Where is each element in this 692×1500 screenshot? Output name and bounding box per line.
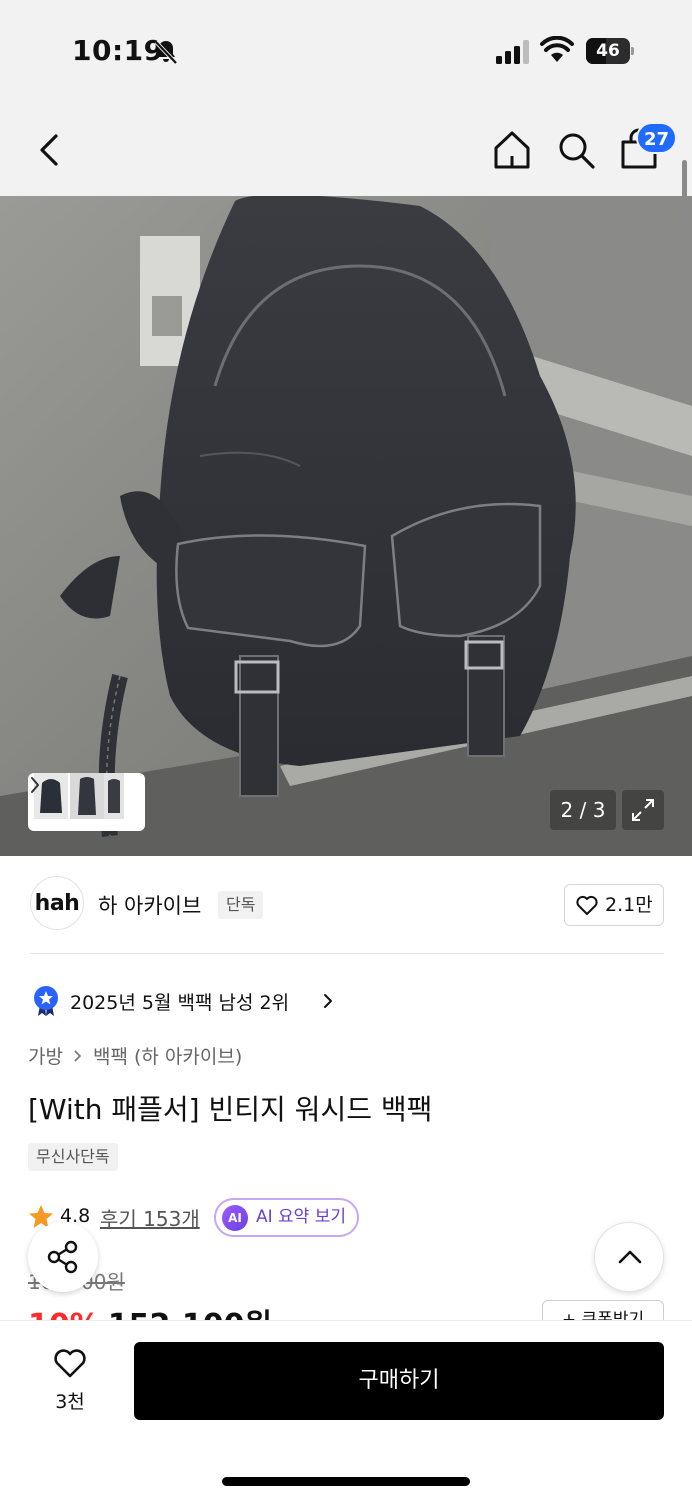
product-image[interactable]: 2 / 3	[0, 196, 692, 856]
expand-button[interactable]	[622, 790, 664, 830]
ai-summary-label: AI 요약 보기	[256, 1207, 347, 1227]
image-page-indicator: 2 / 3	[550, 790, 616, 830]
sale-price-row: 10% 152,100원	[28, 1300, 328, 1320]
expand-icon	[632, 799, 654, 821]
wifi-icon	[540, 36, 574, 62]
brand-name[interactable]: 하 아카이브	[98, 890, 201, 920]
back-icon[interactable]	[30, 128, 70, 172]
sale-price: 152,100원	[108, 1308, 272, 1320]
product-title: [With 패플서] 빈티지 워시드 백팩	[28, 1093, 433, 1126]
brand-like-count: 2.1만	[605, 894, 653, 916]
status-bar: 10:19 46	[0, 0, 692, 100]
status-time: 10:19	[72, 34, 164, 67]
wish-count: 3천	[55, 1391, 85, 1413]
search-icon[interactable]	[554, 128, 598, 172]
chevron-right-icon	[74, 1050, 82, 1062]
battery-icon: 46	[586, 38, 634, 64]
chevron-right-icon[interactable]	[28, 773, 42, 797]
ai-summary-button[interactable]: AI AI 요약 보기	[214, 1198, 359, 1237]
breadcrumb: 가방 백팩 (하 아카이브)	[28, 1042, 242, 1069]
battery-percent: 46	[596, 41, 620, 61]
ranking-badge-icon	[34, 986, 58, 1016]
breadcrumb-subcategory[interactable]: 백팩 (하 아카이브)	[93, 1046, 242, 1068]
bottom-action-bar: 3천 구매하기	[0, 1320, 692, 1500]
chevron-right-icon[interactable]	[322, 992, 334, 1010]
breadcrumb-category[interactable]: 가방	[28, 1046, 63, 1068]
thumbnail-3[interactable]	[104, 773, 124, 819]
bell-off-icon	[154, 40, 178, 65]
cart-count-badge: 27	[636, 122, 678, 154]
coupon-button[interactable]: + 쿠폰받기	[542, 1300, 664, 1320]
share-icon	[47, 1240, 78, 1274]
top-navigation	[0, 100, 692, 196]
divider	[30, 953, 664, 954]
scroll-to-top-button[interactable]	[594, 1222, 664, 1292]
discount-rate: 10%	[28, 1308, 100, 1320]
heart-icon[interactable]	[52, 1347, 88, 1379]
cellular-signal-icon	[496, 40, 529, 64]
share-button[interactable]	[28, 1222, 98, 1292]
ranking-text[interactable]: 2025년 5월 백팩 남성 2위	[70, 988, 289, 1015]
scrollbar[interactable]	[682, 160, 687, 232]
thumbnail-strip[interactable]	[28, 773, 145, 831]
home-indicator[interactable]	[222, 1477, 470, 1486]
chevron-up-icon	[618, 1250, 642, 1264]
thumbnail-2[interactable]	[70, 773, 104, 819]
exclusive-tag: 무신사단독	[28, 1143, 118, 1171]
buy-button[interactable]: 구매하기	[134, 1342, 664, 1420]
brand-like-button[interactable]: 2.1만	[564, 884, 664, 926]
ai-icon: AI	[222, 1205, 248, 1231]
brand-logo[interactable]: hah	[30, 876, 84, 930]
home-icon[interactable]	[490, 128, 534, 172]
backpack-photo	[0, 196, 692, 856]
brand-exclusive-tag: 단독	[218, 891, 264, 919]
heart-icon	[576, 895, 598, 915]
review-link[interactable]: 후기 153개	[100, 1203, 200, 1232]
